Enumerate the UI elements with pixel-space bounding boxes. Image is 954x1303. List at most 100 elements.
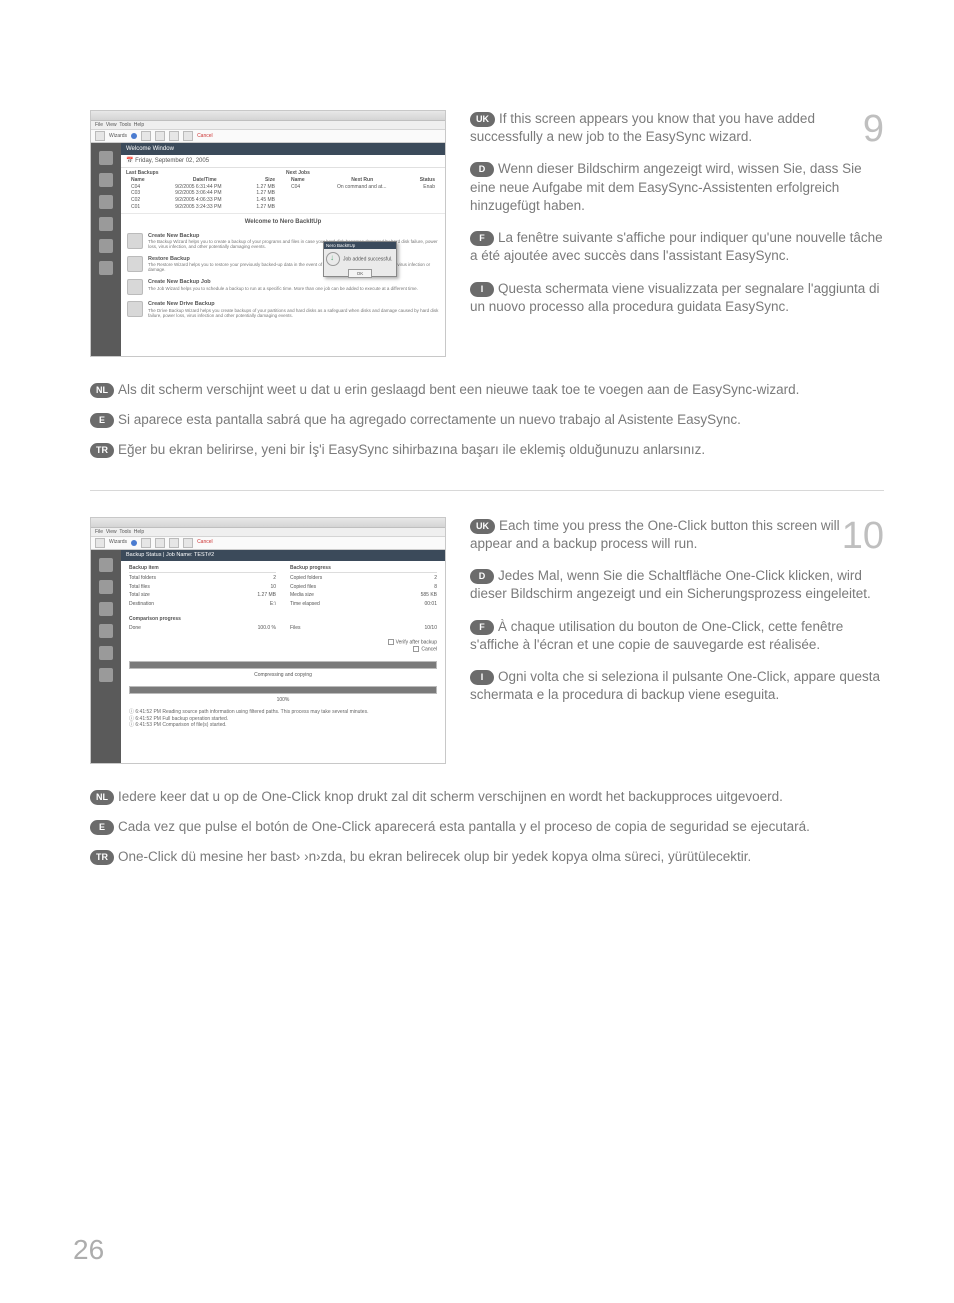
section-divider — [90, 490, 884, 491]
toolbar-wizards-label: Wizards — [109, 133, 127, 140]
comp-done-label: Done — [129, 625, 141, 632]
lang-badge-d: D — [470, 569, 494, 584]
text-i: Ogni volta che si seleziona il pulsante … — [470, 669, 880, 702]
toolbar-button — [141, 538, 151, 548]
log-line: 6:41:53 PM Comparison of file(s) started… — [135, 722, 226, 728]
wizard-item: Create New Drive BackupThe Drive Backup … — [121, 298, 445, 321]
popup-dialog: Nero BackItUp Job added successful. OK — [323, 241, 397, 277]
text-uk: Each time you press the One-Click button… — [470, 518, 840, 551]
text-f: La fenêtre suivante s'affiche pour indiq… — [470, 230, 883, 263]
lang-badge-tr: TR — [90, 850, 114, 865]
lang-badge-nl: NL — [90, 790, 114, 805]
col-title: Backup progress — [290, 565, 331, 572]
toolbar-button — [183, 538, 193, 548]
stat-val: 8 — [434, 584, 437, 591]
sidebar-icon — [99, 151, 113, 165]
toolbar-button — [169, 131, 179, 141]
info-icon — [326, 252, 340, 266]
wizard-item: Create New Backup JobThe Job Wizard help… — [121, 276, 445, 298]
app-main: Welcome Window 📅 Friday, September 02, 2… — [121, 143, 445, 356]
popup-message: Job added successful. — [343, 256, 392, 262]
job-name: C03 — [131, 190, 140, 197]
text-d: Jedes Mal, wenn Sie die Schaltfläche One… — [470, 568, 871, 601]
toolbar-button — [95, 538, 105, 548]
screenshot-welcome: File View Tools Help Wizards Cancel — [90, 110, 446, 357]
wizard-icon — [127, 233, 143, 249]
stat-val: 00:01 — [424, 601, 437, 608]
date-text: Friday, September 02, 2005 — [135, 158, 209, 164]
log-line: 6:41:52 PM Full backup operation started… — [135, 716, 228, 722]
status-title: Backup Status | Job Name: TEST#2 — [121, 550, 445, 561]
sidebar-icon — [99, 217, 113, 231]
toolbar-cancel-label: Cancel — [197, 133, 213, 140]
wizard-icon — [127, 256, 143, 272]
progress-bar — [129, 661, 437, 669]
lang-badge-f: F — [470, 620, 494, 635]
comp-files-val: 10/10 — [424, 625, 437, 632]
jobs-header-row: Last Backups Name Date/Time Size C049/2/… — [121, 168, 445, 214]
col-size: Size — [265, 177, 275, 184]
log-line: 6:41:52 PM Reading source path informati… — [135, 709, 368, 715]
log-area: ⓘ 6:41:52 PM Reading source path informa… — [121, 705, 445, 733]
stat-key: Total files — [129, 584, 150, 591]
text-nl: Iedere keer dat u op de One-Click knop d… — [118, 789, 783, 804]
sidebar-icon — [99, 668, 113, 682]
job-dt: 9/2/2005 6:31:44 PM — [175, 184, 221, 191]
toolbar-button — [155, 131, 165, 141]
lang-badge-e: E — [90, 413, 114, 428]
job-next: On command and at... — [337, 184, 386, 191]
section-9-text: 9 UKIf this screen appears you know that… — [470, 110, 884, 357]
app-main: Backup Status | Job Name: TEST#2 Backup … — [121, 550, 445, 763]
app-sidebar — [91, 143, 121, 356]
phase-label: Compressing and copying — [121, 671, 445, 680]
job-status: Enab — [423, 184, 435, 191]
stat-key: Total folders — [129, 575, 156, 582]
comp-done-pct: 100.0 % — [258, 625, 276, 632]
lang-badge-i: I — [470, 670, 494, 685]
stat-key: Media size — [290, 592, 314, 599]
text-e: Si aparece esta pantalla sabrá que ha ag… — [118, 412, 741, 427]
job-size: 1.45 MB — [256, 197, 275, 204]
screenshot-9-container: File View Tools Help Wizards Cancel — [90, 110, 446, 357]
window-titlebar — [91, 111, 445, 121]
text-tr: One-Click dü mesine her bast› ›n›zda, bu… — [118, 849, 751, 864]
text-uk: If this screen appears you know that you… — [470, 111, 815, 144]
sidebar-icon — [99, 646, 113, 660]
col-name: Name — [131, 177, 145, 184]
welcome-heading: Welcome to Nero BackItUp — [121, 214, 445, 230]
page-number: 26 — [73, 1231, 104, 1269]
section-10-text: 10 UKEach time you press the One-Click b… — [470, 517, 884, 764]
text-nl: Als dit scherm verschijnt weet u dat u e… — [118, 382, 799, 397]
comp-files-label: Files — [290, 625, 301, 632]
job-dt: 9/2/2005 3:06:44 PM — [175, 190, 221, 197]
stat-val: 585 KB — [421, 592, 437, 599]
section-10-below: NL Iedere keer dat u op de One-Click knop… — [90, 788, 884, 867]
sidebar-icon — [99, 261, 113, 275]
stat-key: Time elapsed — [290, 601, 320, 608]
stat-key: Copied files — [290, 584, 316, 591]
col-next: Next Run — [351, 177, 373, 184]
job-name: C04 — [131, 184, 140, 191]
job-name: C04 — [291, 184, 300, 191]
job-dt: 9/2/2005 4:06:33 PM — [175, 197, 221, 204]
stat-key: Total size — [129, 592, 150, 599]
progress-bar — [129, 686, 437, 694]
lang-badge-i: I — [470, 282, 494, 297]
text-e: Cada vez que pulse el botón de One-Click… — [118, 819, 810, 834]
checkbox-icon — [413, 646, 419, 652]
lang-badge-e: E — [90, 820, 114, 835]
col-title: Backup item — [129, 565, 159, 572]
checkbox-icon — [388, 639, 394, 645]
toolbar-wizards-label: Wizards — [109, 539, 127, 546]
screenshot-10-container: File View Tools Help Wizards Cancel — [90, 517, 446, 764]
banner: Welcome Window — [121, 143, 445, 155]
stat-key: Destination — [129, 601, 154, 608]
text-f: À chaque utilisation du bouton de One-Cl… — [470, 619, 843, 652]
popup-ok-button[interactable]: OK — [348, 269, 372, 278]
sidebar-icon — [99, 239, 113, 253]
job-name: C02 — [131, 197, 140, 204]
lang-badge-d: D — [470, 162, 494, 177]
col-name: Name — [291, 177, 305, 184]
window-toolbar: Wizards Cancel — [91, 130, 445, 143]
lang-badge-nl: NL — [90, 383, 114, 398]
